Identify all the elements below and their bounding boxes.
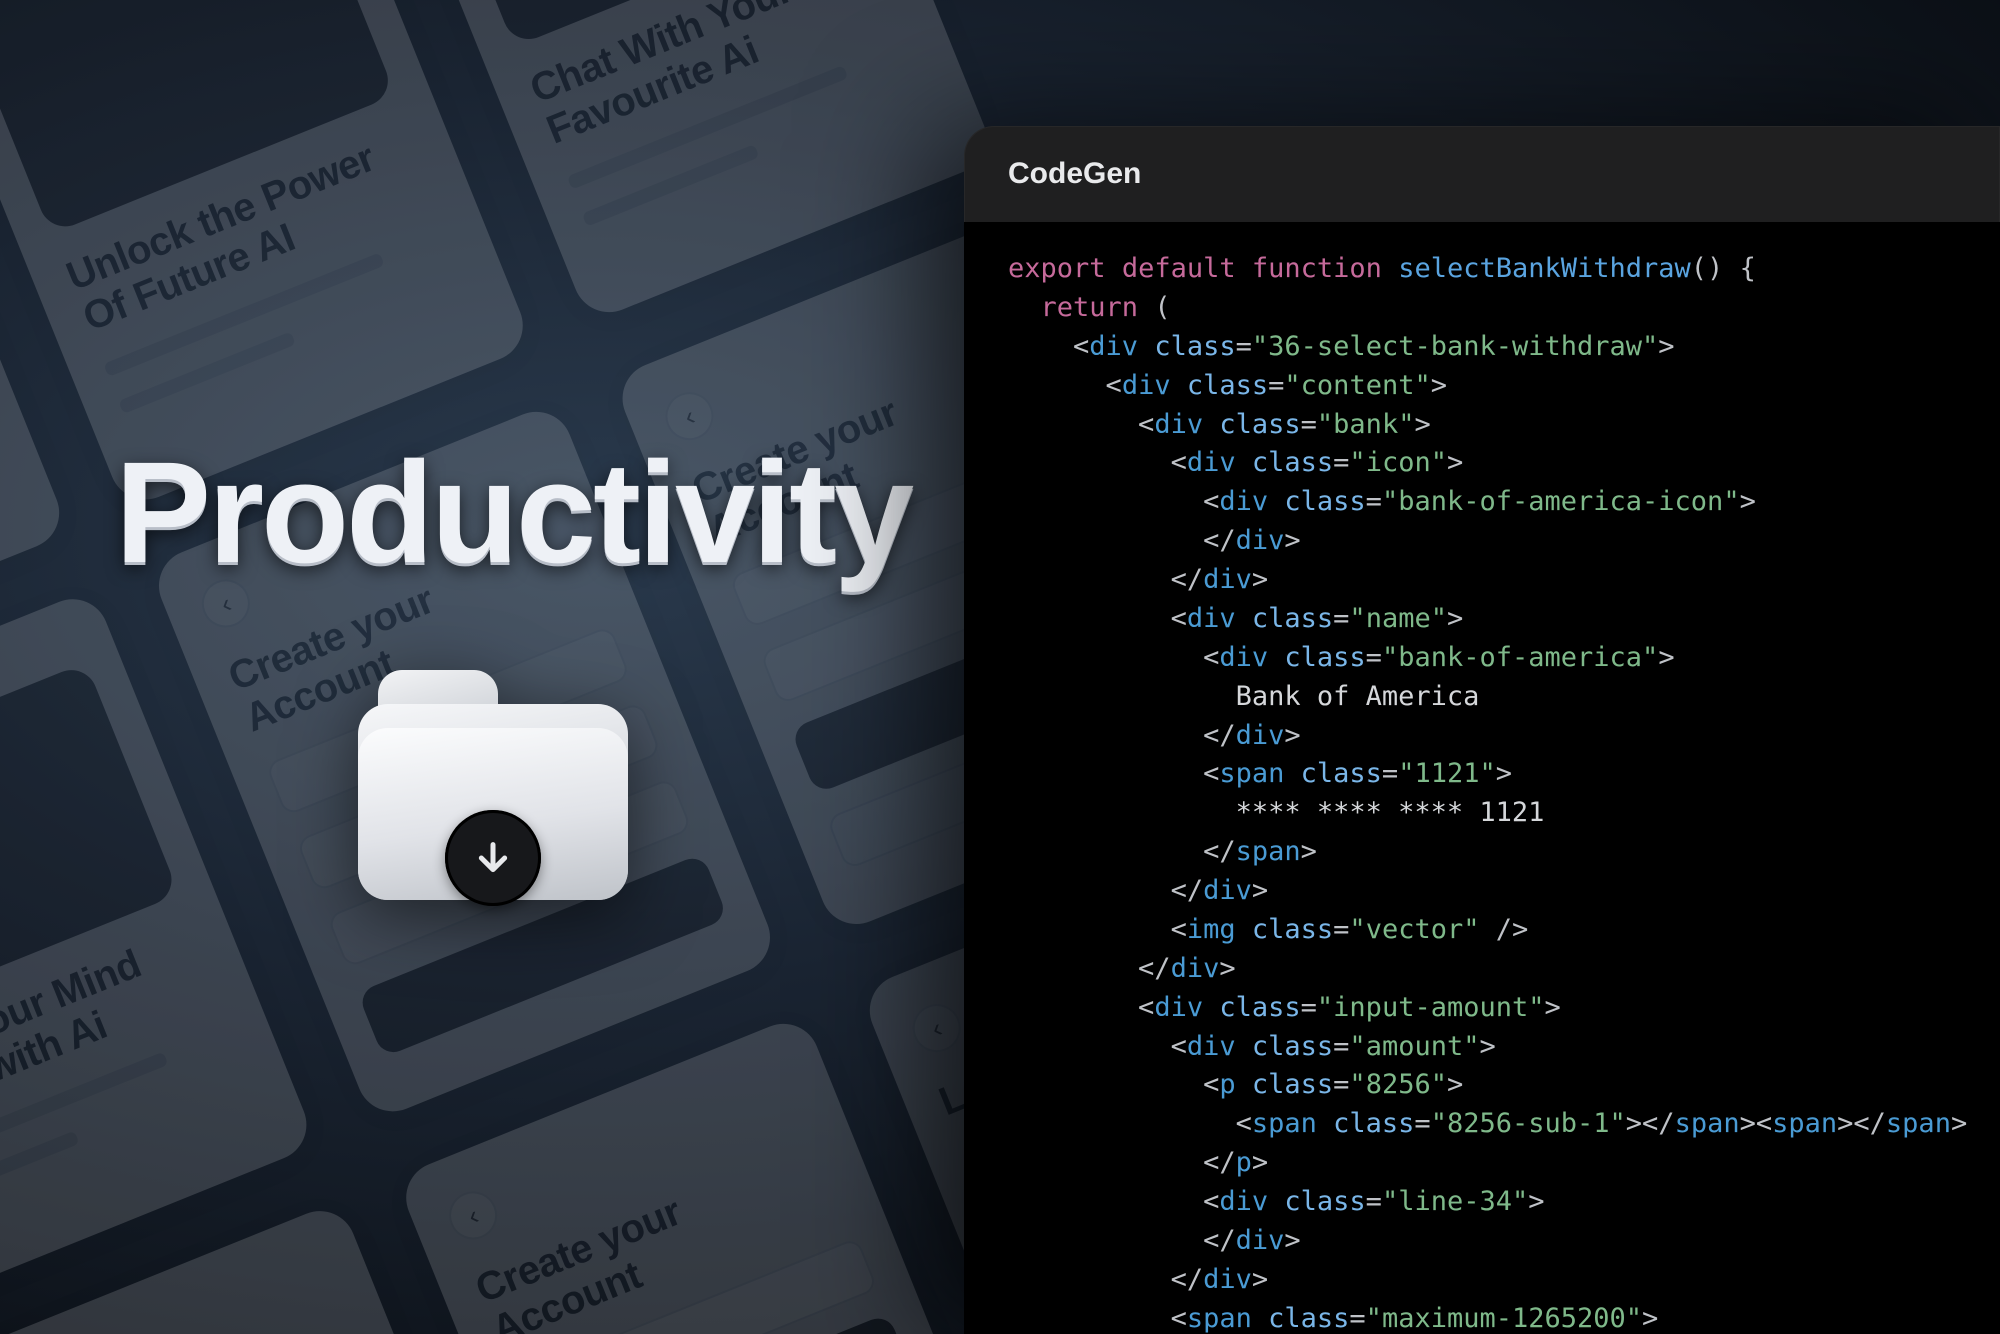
download-arrow-icon [445, 810, 541, 906]
kw-function: function [1252, 253, 1382, 284]
kw-export: export [1008, 253, 1106, 284]
mock-headline: BrainBox [0, 1250, 340, 1334]
code-editor[interactable]: export default function selectBankWithdr… [964, 222, 2000, 1334]
fn-name: selectBankWithdraw [1398, 253, 1691, 284]
background-mock-grid: BrainBox Unlock the Power Of Future AI C… [0, 0, 1000, 1334]
hero-panel: BrainBox Unlock the Power Of Future AI C… [0, 0, 1000, 1334]
code-window: CodeGen export default function selectBa… [964, 126, 2000, 1334]
code-text-boa: Bank of America [1236, 681, 1480, 712]
code-text-1121: **** **** **** 1121 [1236, 797, 1545, 828]
hero-title: Productivity [115, 430, 911, 596]
kw-return: return [1041, 292, 1139, 323]
code-window-title: CodeGen [964, 126, 2000, 222]
kw-default: default [1122, 253, 1236, 284]
download-folder-icon [358, 670, 628, 900]
